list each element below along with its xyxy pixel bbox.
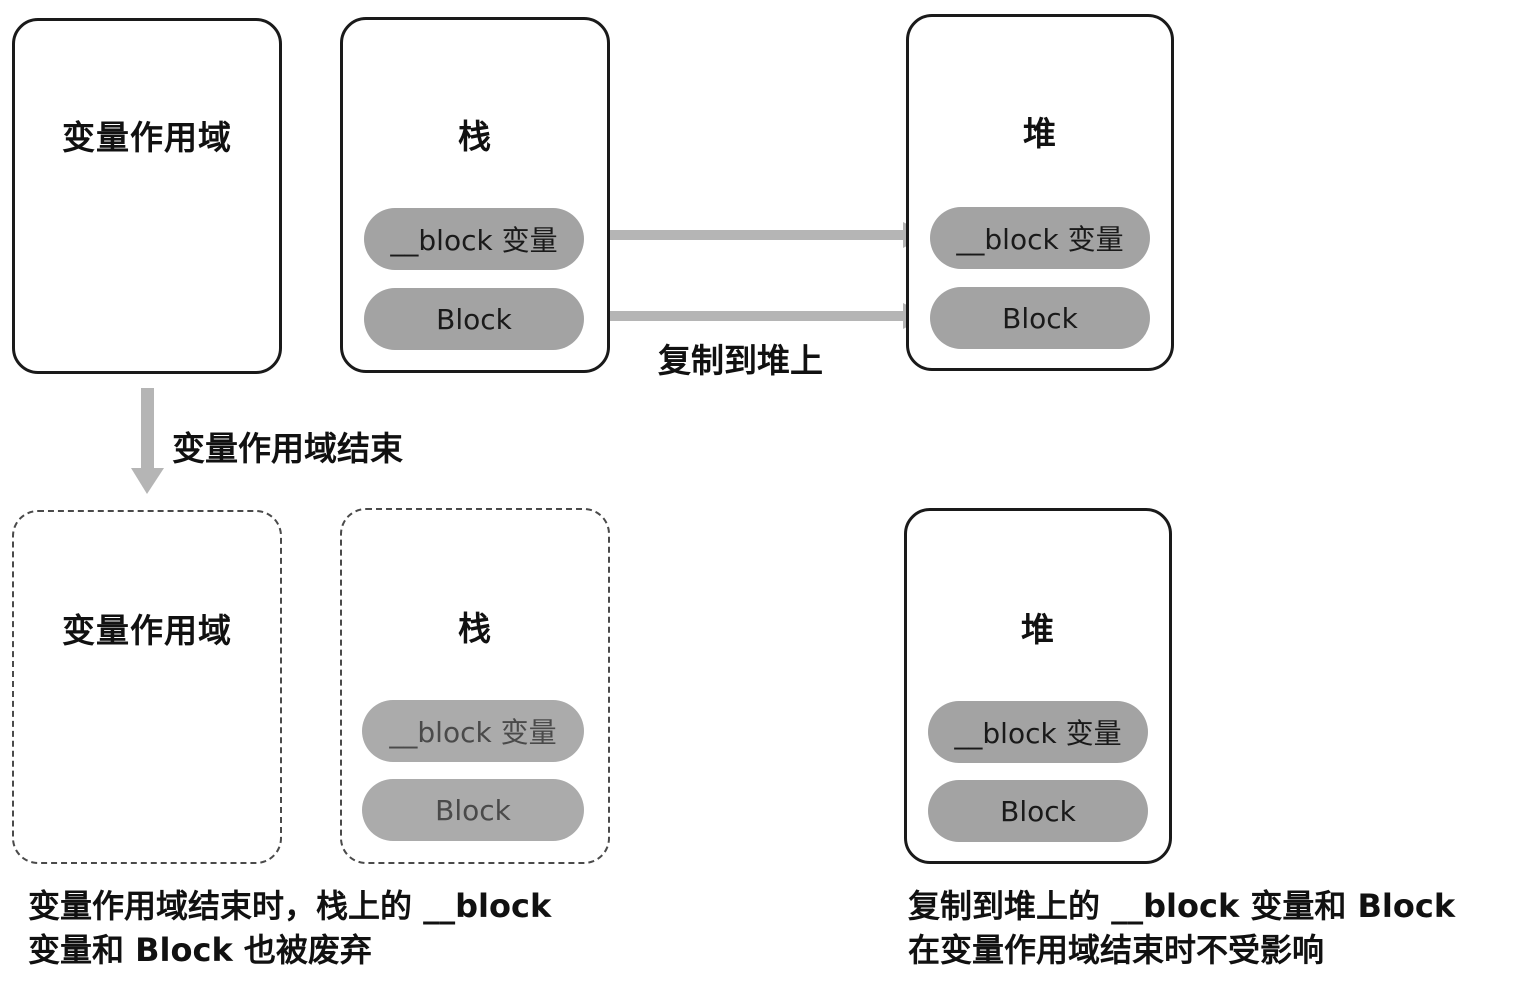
bottom-scope-title: 变量作用域 <box>62 611 232 650</box>
top-scope-box: 变量作用域 <box>12 18 282 374</box>
bottom-stack-block-pill: Block <box>362 779 584 841</box>
top-heap-title: 堆 <box>1023 114 1057 153</box>
copy-arrow-block-var <box>583 222 928 248</box>
top-heap-block-var-pill: __block 变量 <box>930 207 1150 269</box>
left-caption-line1: 变量作用域结束时，栈上的 __block <box>28 887 552 925</box>
left-caption-line2: 变量和 Block 也被废弃 <box>28 931 372 969</box>
bottom-stack-box: 栈 __block 变量 Block <box>340 508 610 864</box>
bottom-heap-block-pill: Block <box>928 780 1148 842</box>
copy-arrow-block <box>583 303 928 329</box>
scope-end-label: 变量作用域结束 <box>172 429 403 468</box>
bottom-heap-box: 堆 __block 变量 Block <box>904 508 1172 864</box>
left-caption: 变量作用域结束时，栈上的 __block 变量和 Block 也被废弃 <box>28 884 551 972</box>
top-scope-title: 变量作用域 <box>62 118 232 157</box>
right-caption-line1: 复制到堆上的 __block 变量和 Block <box>908 887 1456 925</box>
right-caption: 复制到堆上的 __block 变量和 Block 在变量作用域结束时不受影响 <box>908 884 1455 972</box>
bottom-scope-box: 变量作用域 <box>12 510 282 864</box>
top-stack-box: 栈 __block 变量 Block <box>340 17 610 373</box>
top-stack-block-pill: Block <box>364 288 584 350</box>
bottom-stack-block-var-pill: __block 变量 <box>362 700 584 762</box>
scope-end-arrow <box>131 388 164 494</box>
copy-to-heap-label: 复制到堆上 <box>658 341 823 380</box>
top-heap-block-pill: Block <box>930 287 1150 349</box>
top-stack-block-var-pill: __block 变量 <box>364 208 584 270</box>
bottom-heap-title: 堆 <box>1021 610 1055 649</box>
top-stack-title: 栈 <box>458 117 492 156</box>
bottom-heap-block-var-pill: __block 变量 <box>928 701 1148 763</box>
right-caption-line2: 在变量作用域结束时不受影响 <box>908 931 1325 969</box>
bottom-stack-title: 栈 <box>458 609 492 648</box>
top-heap-box: 堆 __block 变量 Block <box>906 14 1174 371</box>
